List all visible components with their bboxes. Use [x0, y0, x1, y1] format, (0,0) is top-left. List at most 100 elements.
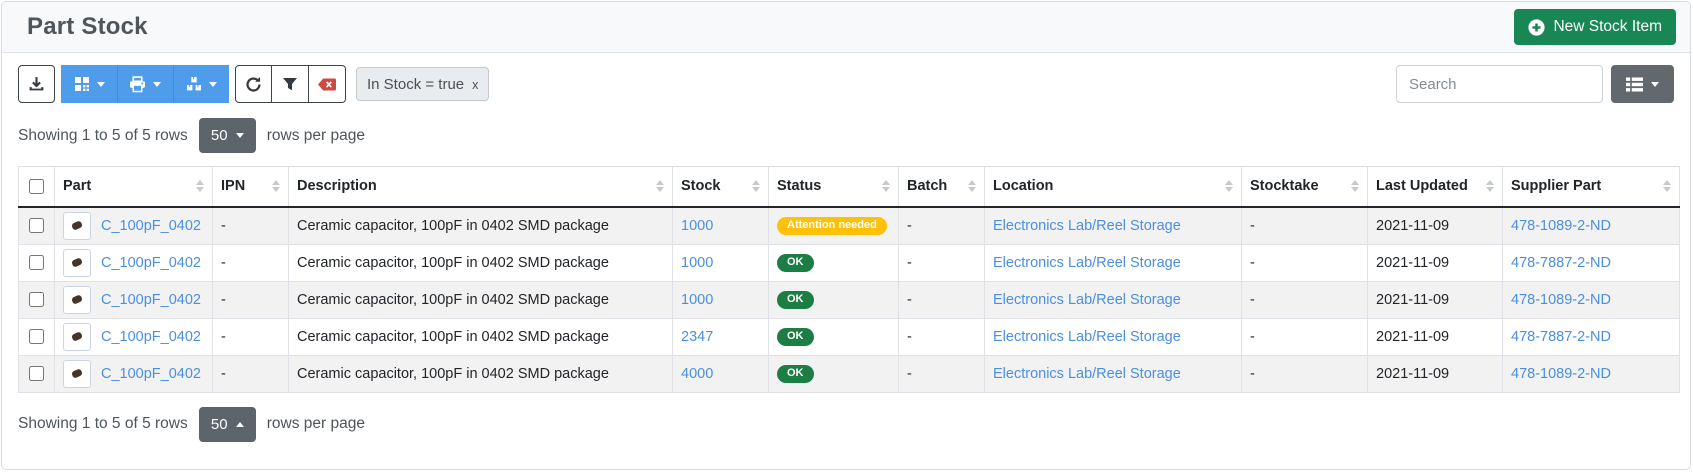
location-link[interactable]: Electronics Lab/Reel Storage [993, 329, 1181, 345]
part-thumbnail[interactable] [63, 212, 91, 240]
description-cell: Ceramic capacitor, 100pF in 0402 SMD pac… [289, 281, 673, 318]
column-header-ipn[interactable]: IPN [213, 167, 289, 207]
last-updated-cell: 2021-11-09 [1368, 207, 1503, 245]
location-link[interactable]: Electronics Lab/Reel Storage [993, 218, 1181, 234]
supplier-part-link[interactable]: 478-1089-2-ND [1511, 366, 1611, 382]
caret-down-icon [1651, 82, 1659, 87]
column-header-stock[interactable]: Stock [673, 167, 769, 207]
column-header-supplier-part[interactable]: Supplier Part [1503, 167, 1680, 207]
part-link[interactable]: C_100pF_0402 [101, 254, 201, 270]
supplier-part-link[interactable]: 478-1089-2-ND [1511, 292, 1611, 308]
stocktake-cell: - [1242, 355, 1368, 392]
row-checkbox[interactable] [29, 366, 44, 381]
row-checkbox[interactable] [29, 292, 44, 307]
pagination-bottom: Showing 1 to 5 of 5 rows 50 rows per pag… [18, 407, 1674, 442]
sort-icon[interactable] [196, 180, 204, 192]
capacitor-image [71, 331, 83, 342]
table-header-row: PartIPN Description Stock Status Batch Locati… [19, 167, 1680, 207]
part-link[interactable]: C_100pF_0402 [101, 328, 201, 344]
location-cell: Electronics Lab/Reel Storage [985, 244, 1242, 281]
filter-chip-label: In Stock = true [367, 76, 464, 93]
column-header-stocktake[interactable]: Stocktake [1242, 167, 1368, 207]
part-thumbnail[interactable] [63, 323, 91, 351]
filter-button[interactable] [272, 65, 309, 103]
sort-icon[interactable] [882, 180, 890, 192]
column-label: Stock [681, 178, 721, 194]
batch-cell: - [899, 318, 985, 355]
column-label: Supplier Part [1511, 178, 1601, 194]
location-link[interactable]: Electronics Lab/Reel Storage [993, 255, 1181, 271]
sort-icon[interactable] [272, 180, 280, 192]
stock-link[interactable]: 4000 [681, 366, 713, 382]
column-header-description[interactable]: Description [289, 167, 673, 207]
description-cell: Ceramic capacitor, 100pF in 0402 SMD pac… [289, 355, 673, 392]
part-link[interactable]: C_100pF_0402 [101, 217, 201, 233]
print-actions-button[interactable] [117, 65, 173, 103]
page-size-dropdown[interactable]: 50 [199, 118, 256, 153]
location-link[interactable]: Electronics Lab/Reel Storage [993, 366, 1181, 382]
remove-filter-icon[interactable]: x [472, 77, 478, 92]
select-all-checkbox[interactable] [29, 179, 44, 194]
column-header-location[interactable]: Location [985, 167, 1242, 207]
column-visibility-button[interactable] [1611, 65, 1674, 103]
column-header-part[interactable]: Part [55, 167, 213, 207]
clear-filters-button[interactable] [309, 65, 346, 103]
part-thumbnail[interactable] [63, 360, 91, 388]
sort-icon[interactable] [1351, 180, 1359, 192]
stock-link[interactable]: 1000 [681, 218, 713, 234]
row-checkbox[interactable] [29, 218, 44, 233]
column-label: Status [777, 178, 821, 194]
stock-boxes-icon [186, 76, 202, 92]
page-size-dropdown[interactable]: 50 [199, 407, 256, 442]
sort-icon[interactable] [968, 180, 976, 192]
sort-icon[interactable] [752, 180, 760, 192]
location-cell: Electronics Lab/Reel Storage [985, 318, 1242, 355]
status-badge: Attention needed [777, 217, 887, 235]
column-header-batch[interactable]: Batch [899, 167, 985, 207]
new-stock-item-button[interactable]: New Stock Item [1514, 9, 1676, 45]
toolbar-left: In Stock = true x [18, 65, 489, 103]
column-label: Location [993, 178, 1053, 194]
toolbar-right [1396, 65, 1674, 103]
export-download-button[interactable] [18, 65, 55, 103]
active-filter-chip[interactable]: In Stock = true x [356, 67, 489, 101]
stock-cell: 1000 [673, 244, 769, 281]
sort-icon[interactable] [1225, 180, 1233, 192]
stock-link[interactable]: 2347 [681, 329, 713, 345]
row-checkbox[interactable] [29, 329, 44, 344]
stock-link[interactable]: 1000 [681, 255, 713, 271]
part-thumbnail[interactable] [63, 286, 91, 314]
stock-link[interactable]: 1000 [681, 292, 713, 308]
supplier-part-link[interactable]: 478-7887-2-ND [1511, 255, 1611, 271]
status-cell: OK [769, 281, 899, 318]
sort-icon[interactable] [1486, 180, 1494, 192]
sort-icon[interactable] [1663, 180, 1671, 192]
part-link[interactable]: C_100pF_0402 [101, 365, 201, 381]
supplier-part-link[interactable]: 478-7887-2-ND [1511, 329, 1611, 345]
part-link[interactable]: C_100pF_0402 [101, 291, 201, 307]
plus-circle-icon [1528, 19, 1545, 36]
part-thumbnail[interactable] [63, 249, 91, 277]
stocktake-cell: - [1242, 207, 1368, 245]
stock-actions-button[interactable] [173, 65, 229, 103]
supplier-part-cell: 478-1089-2-ND [1503, 281, 1680, 318]
column-header-status[interactable]: Status [769, 167, 899, 207]
description-cell: Ceramic capacitor, 100pF in 0402 SMD pac… [289, 244, 673, 281]
column-header-last-updated[interactable]: Last Updated [1368, 167, 1503, 207]
supplier-part-link[interactable]: 478-1089-2-ND [1511, 218, 1611, 234]
table-row: C_100pF_0402-Ceramic capacitor, 100pF in… [19, 244, 1680, 281]
location-link[interactable]: Electronics Lab/Reel Storage [993, 292, 1181, 308]
status-cell: OK [769, 318, 899, 355]
search-input[interactable] [1396, 65, 1603, 103]
refresh-button[interactable] [235, 65, 272, 103]
page-header: Part Stock New Stock Item [2, 2, 1690, 53]
filter-button-group [235, 65, 346, 103]
row-checkbox[interactable] [29, 255, 44, 270]
column-label: Description [297, 178, 377, 194]
stocktake-cell: - [1242, 281, 1368, 318]
part-cell: C_100pF_0402 [55, 281, 213, 318]
sort-icon[interactable] [656, 180, 664, 192]
barcode-actions-button[interactable] [61, 65, 117, 103]
caret-up-icon [236, 422, 244, 427]
location-cell: Electronics Lab/Reel Storage [985, 355, 1242, 392]
